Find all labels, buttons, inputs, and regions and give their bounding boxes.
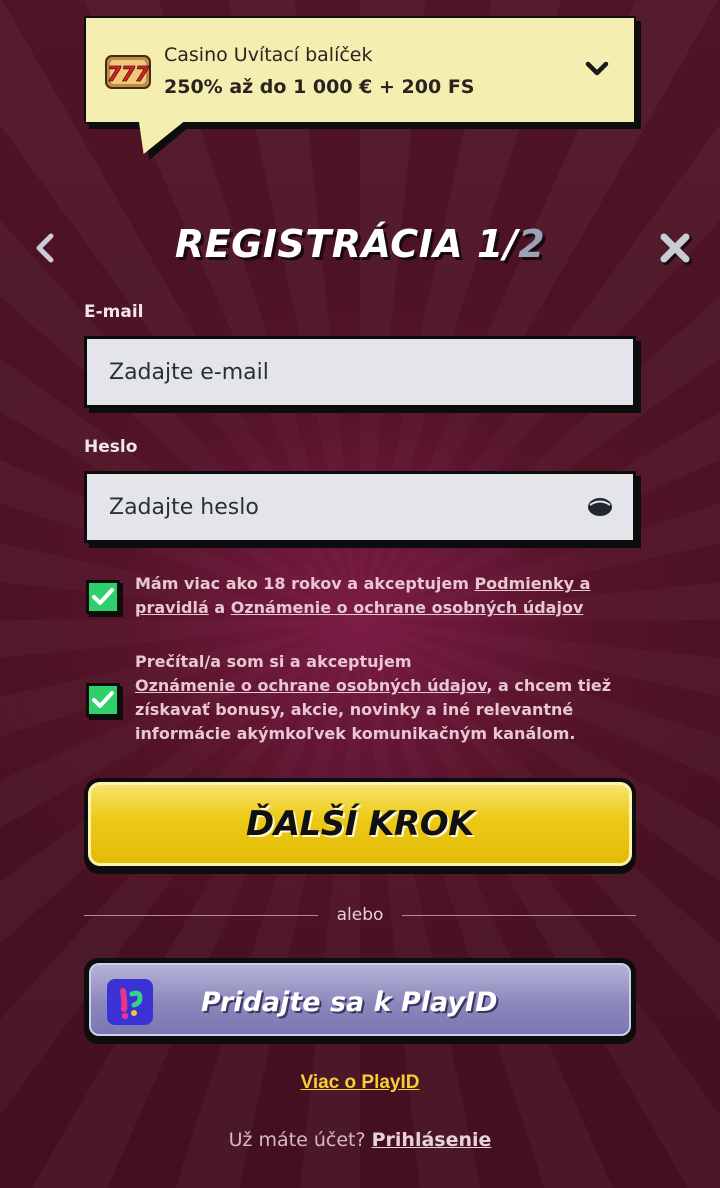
login-question: Už máte účet? [228, 1129, 366, 1151]
playid-label: Pridajte sa k PlayID [201, 987, 498, 1018]
age-terms-checkbox[interactable] [86, 580, 120, 614]
checkmark-icon [92, 691, 114, 708]
page-title: REGISTRÁCIA 1/2 [0, 222, 720, 266]
slot-777-icon: 777 [105, 55, 151, 89]
divider-right [402, 915, 636, 916]
svg-text:777: 777 [107, 62, 149, 86]
welcome-bonus-banner[interactable]: 777 Casino Uvítací balíček 250% až do 1 … [84, 16, 636, 124]
checkmark-icon [92, 588, 114, 605]
playid-logo-icon [107, 979, 153, 1025]
promo-subtitle: 250% až do 1 000 € + 200 FS [164, 76, 475, 98]
chevron-down-icon[interactable] [584, 56, 610, 82]
marketing-consent-checkbox[interactable] [86, 683, 120, 717]
age-terms-mid: a [208, 598, 231, 617]
next-step-button[interactable]: ĎALŠÍ KROK [84, 778, 636, 874]
login-link[interactable]: Prihlásenie [372, 1129, 492, 1151]
eye-icon[interactable] [587, 496, 613, 518]
age-terms-text: Mám viac ako 18 rokov a akceptujem Podmi… [135, 572, 635, 620]
marketing-prefix: Prečítal/a som si a akceptujem [135, 652, 412, 671]
password-label: Heslo [84, 437, 138, 457]
login-row: Už máte účet? Prihlásenie [0, 1129, 720, 1151]
next-step-label: ĎALŠÍ KROK [246, 804, 474, 844]
promo-title: Casino Uvítací balíček [164, 44, 373, 66]
playid-button-face: Pridajte sa k PlayID [89, 963, 631, 1036]
password-placeholder: Zadajte heslo [109, 494, 259, 520]
privacy-link-1[interactable]: Oznámenie o ochrane osobných údajov [231, 598, 584, 617]
email-label: E-mail [84, 302, 144, 322]
close-icon[interactable] [657, 230, 693, 266]
email-placeholder: Zadajte e-mail [109, 359, 269, 385]
next-step-button-face: ĎALŠÍ KROK [88, 782, 632, 866]
title-step-total: 2 [518, 222, 546, 266]
title-main: REGISTRÁCIA 1/ [174, 222, 519, 266]
email-field[interactable]: Zadajte e-mail [84, 336, 636, 408]
marketing-consent-text: Prečítal/a som si a akceptujem Oznámenie … [135, 650, 635, 746]
playid-button[interactable]: Pridajte sa k PlayID [84, 958, 636, 1044]
privacy-link-2[interactable]: Oznámenie o ochrane osobných údajov [135, 676, 486, 695]
age-terms-prefix: Mám viac ako 18 rokov a akceptujem [135, 574, 475, 593]
more-about-playid-link[interactable]: Viac o PlayID [0, 1072, 720, 1094]
password-field[interactable]: Zadajte heslo [84, 471, 636, 543]
